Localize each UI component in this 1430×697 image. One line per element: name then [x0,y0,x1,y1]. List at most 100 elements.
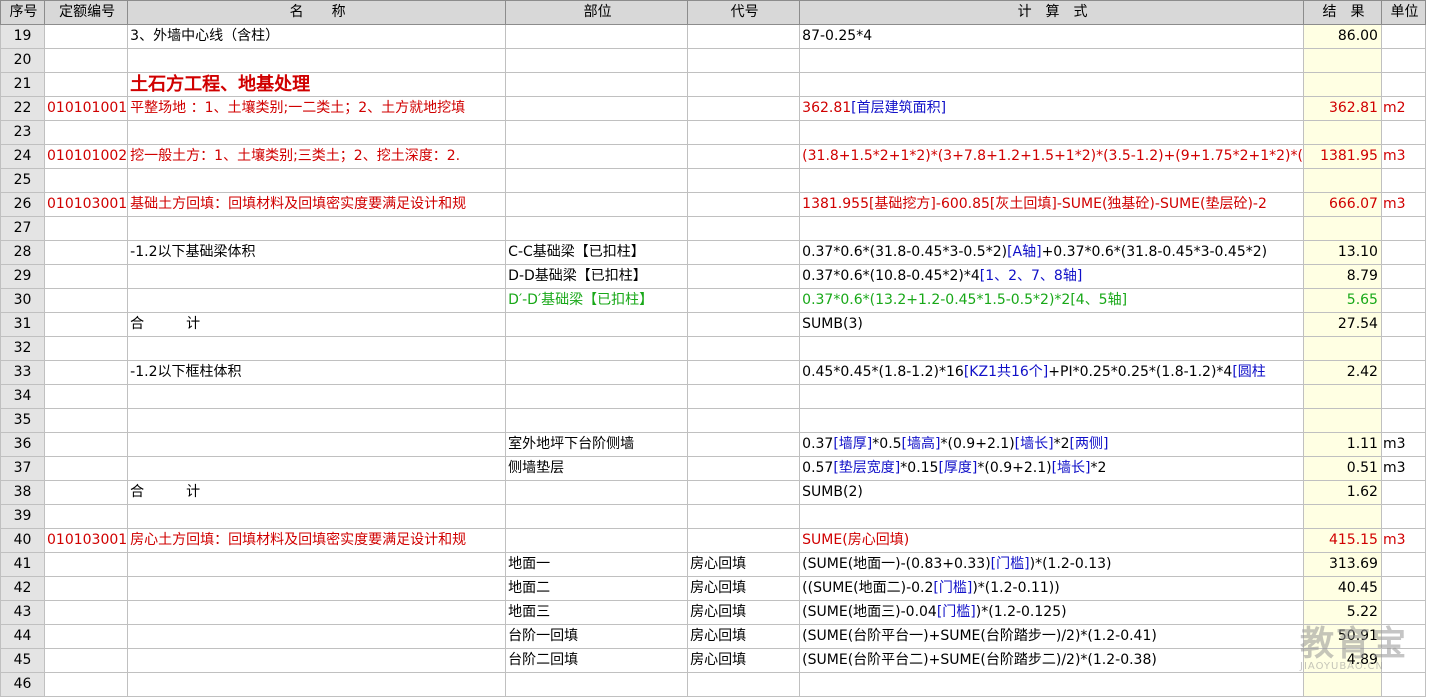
cell-part[interactable] [505,528,689,553]
cell-result[interactable] [1302,672,1382,697]
row-number[interactable]: 44 [0,624,45,649]
row-number[interactable]: 45 [0,648,45,673]
cell-alias[interactable] [687,384,801,409]
cell-part[interactable] [505,480,689,505]
cell-result[interactable]: 1.62 [1302,480,1382,505]
cell-formula[interactable]: (31.8+1.5*2+1*2)*(3+7.8+1.2+1.5+1*2)*(3.… [799,144,1304,169]
cell-code[interactable] [43,336,129,361]
cell-name[interactable] [127,216,507,241]
cell-part[interactable] [505,312,689,337]
cell-part[interactable] [505,360,689,385]
cell-formula[interactable] [799,216,1304,241]
cell-alias[interactable] [687,72,801,97]
cell-result[interactable]: 0.51 [1302,456,1382,481]
cell-result[interactable] [1302,408,1382,433]
cell-formula[interactable]: 0.37*0.6*(13.2+1.2-0.45*1.5-0.5*2)*2[4、5… [799,288,1304,313]
cell-name[interactable] [127,672,507,697]
cell-alias[interactable] [687,288,801,313]
cell-formula[interactable]: SUMB(2) [799,480,1304,505]
cell-alias[interactable] [687,120,801,145]
cell-result[interactable] [1302,336,1382,361]
cell-alias[interactable]: 房心回填 [687,624,801,649]
cell-code[interactable]: 010103001 [43,192,129,217]
cell-result[interactable]: 5.65 [1302,288,1382,313]
cell-alias[interactable] [687,24,801,49]
cell-unit[interactable] [1380,408,1426,433]
cell-unit[interactable] [1380,72,1426,97]
cell-alias[interactable] [687,312,801,337]
cell-part[interactable] [505,96,689,121]
row-number[interactable]: 31 [0,312,45,337]
cell-name[interactable] [127,552,507,577]
cell-result[interactable]: 8.79 [1302,264,1382,289]
cell-name[interactable]: 房心土方回填：回填材料及回填密实度要满足设计和规 [127,528,507,553]
cell-unit[interactable] [1380,288,1426,313]
cell-formula[interactable]: 0.37[墙厚]*0.5[墙高]*(0.9+2.1)[墙长]*2[两侧] [799,432,1304,457]
header-part[interactable]: 部位 [505,0,689,25]
row-number[interactable]: 32 [0,336,45,361]
row-number[interactable]: 25 [0,168,45,193]
cell-code[interactable] [43,120,129,145]
cell-name[interactable] [127,384,507,409]
cell-name[interactable]: 合 计 [127,312,507,337]
cell-part[interactable]: 地面一 [505,552,689,577]
cell-formula[interactable] [799,408,1304,433]
cell-code[interactable] [43,672,129,697]
cell-part[interactable]: C-C基础梁【已扣柱】 [505,240,689,265]
cell-result[interactable]: 86.00 [1302,24,1382,49]
cell-name[interactable]: 土石方工程、地基处理 [127,72,507,97]
cell-part[interactable]: 侧墙垫层 [505,456,689,481]
cell-alias[interactable]: 房心回填 [687,600,801,625]
cell-unit[interactable]: m3 [1380,144,1426,169]
cell-alias[interactable] [687,144,801,169]
cell-result[interactable] [1302,120,1382,145]
cell-alias[interactable] [687,336,801,361]
cell-name[interactable] [127,504,507,529]
cell-unit[interactable] [1380,360,1426,385]
cell-code[interactable]: 010101001 [43,96,129,121]
cell-result[interactable]: 27.54 [1302,312,1382,337]
row-number[interactable]: 19 [0,24,45,49]
cell-formula[interactable]: 0.37*0.6*(31.8-0.45*3-0.5*2)[A轴]+0.37*0.… [799,240,1304,265]
cell-part[interactable] [505,72,689,97]
cell-result[interactable]: 1381.95 [1302,144,1382,169]
cell-unit[interactable] [1380,216,1426,241]
cell-result[interactable] [1302,504,1382,529]
cell-alias[interactable] [687,432,801,457]
cell-name[interactable]: 平整场地 ：1、土壤类别;一二类土；2、土方就地挖填 [127,96,507,121]
cell-name[interactable]: -1.2以下框柱体积 [127,360,507,385]
cell-code[interactable] [43,552,129,577]
cell-formula[interactable] [799,48,1304,73]
cell-alias[interactable] [687,408,801,433]
cell-name[interactable] [127,408,507,433]
header-result[interactable]: 结 果 [1302,0,1382,25]
cell-formula[interactable]: SUME(房心回填) [799,528,1304,553]
cell-formula[interactable] [799,384,1304,409]
cell-unit[interactable] [1380,168,1426,193]
cell-code[interactable] [43,600,129,625]
row-number[interactable]: 37 [0,456,45,481]
cell-part[interactable]: D′-D′基础梁【已扣柱】 [505,288,689,313]
cell-unit[interactable] [1380,504,1426,529]
cell-unit[interactable] [1380,264,1426,289]
row-number[interactable]: 35 [0,408,45,433]
cell-formula[interactable]: SUMB(3) [799,312,1304,337]
cell-name[interactable] [127,432,507,457]
cell-unit[interactable]: m3 [1380,528,1426,553]
cell-part[interactable] [505,144,689,169]
cell-formula[interactable] [799,168,1304,193]
cell-unit[interactable] [1380,312,1426,337]
cell-unit[interactable] [1380,480,1426,505]
header-seq[interactable]: 序号 [0,0,45,25]
cell-part[interactable] [505,168,689,193]
cell-result[interactable]: 2.42 [1302,360,1382,385]
cell-unit[interactable] [1380,384,1426,409]
cell-unit[interactable] [1380,672,1426,697]
row-number[interactable]: 40 [0,528,45,553]
row-number[interactable]: 22 [0,96,45,121]
cell-result[interactable]: 415.15 [1302,528,1382,553]
cell-code[interactable] [43,456,129,481]
cell-unit[interactable]: m2 [1380,96,1426,121]
cell-code[interactable] [43,648,129,673]
row-number[interactable]: 46 [0,672,45,697]
